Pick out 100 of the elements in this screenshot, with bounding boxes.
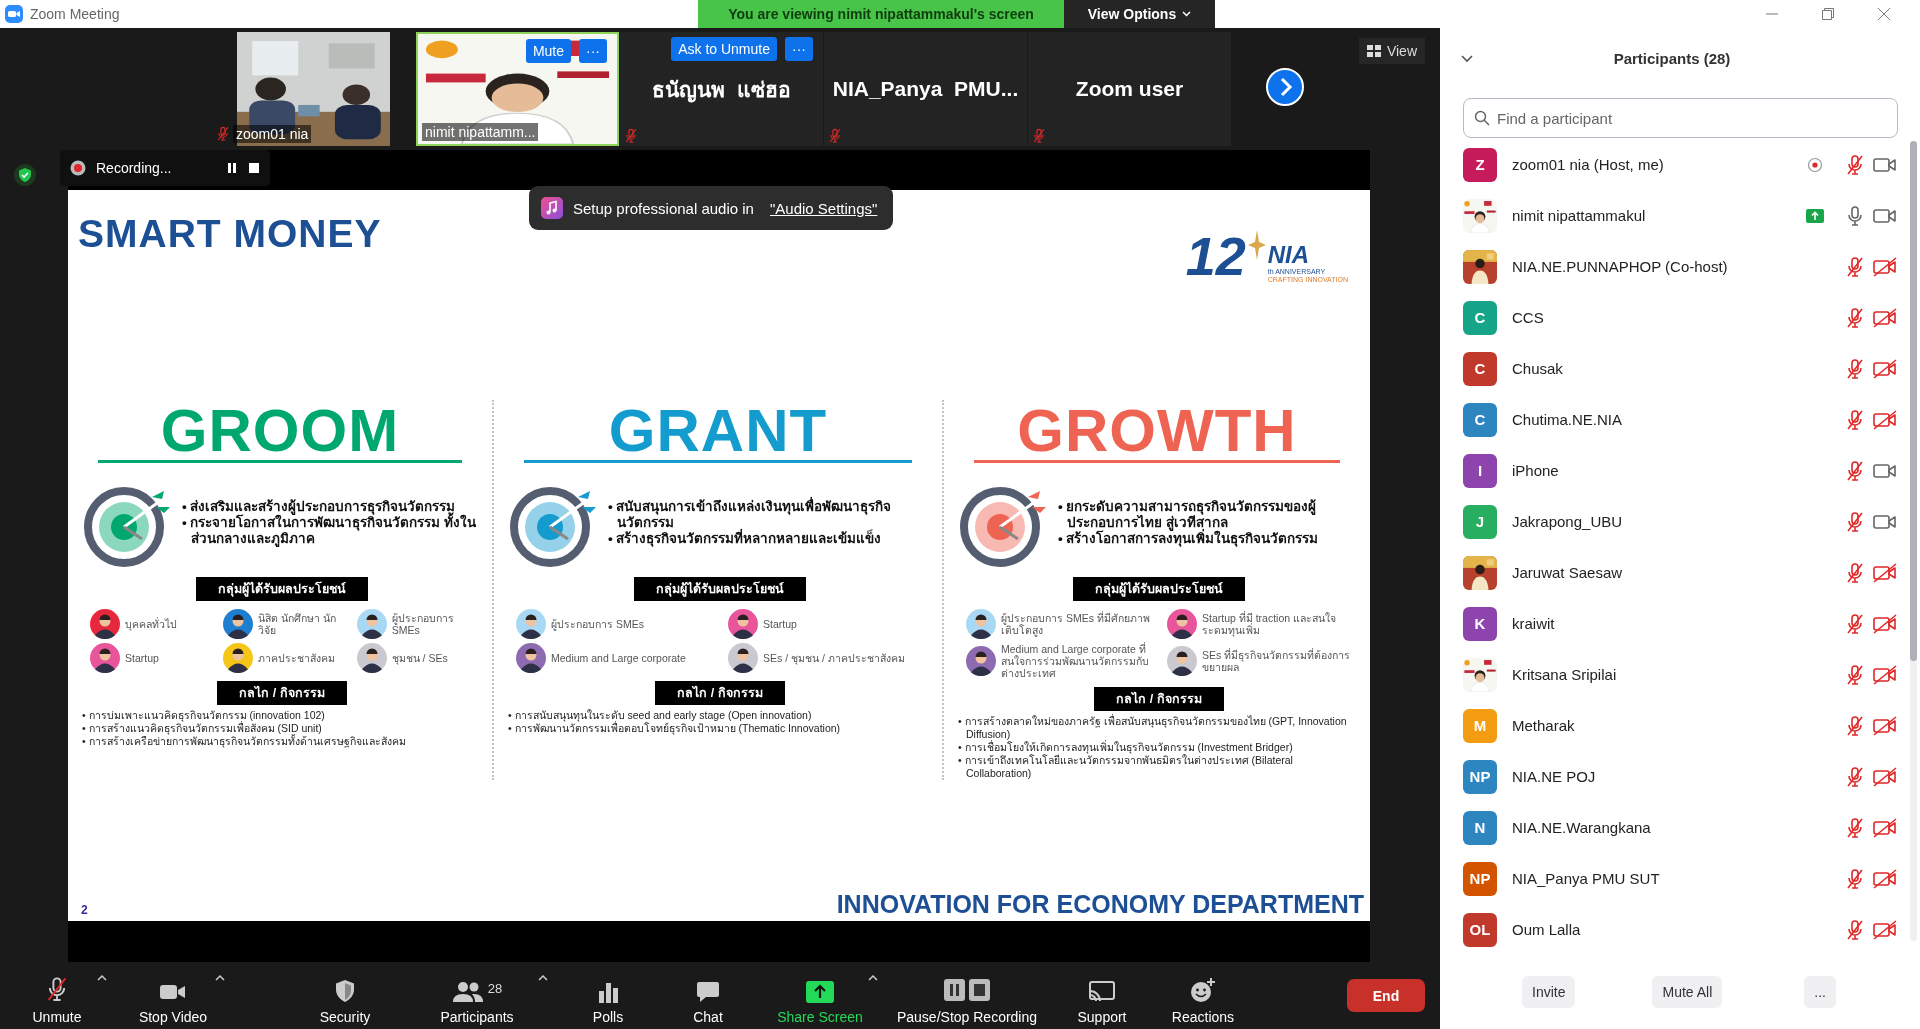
avatar: C xyxy=(1463,300,1497,335)
participant-row[interactable]: J Jakrapong_UBU xyxy=(1440,496,1920,547)
participant-row[interactable]: OL Oum Lalla xyxy=(1440,904,1920,955)
department-name: INNOVATION FOR ECONOMY DEPARTMENT xyxy=(836,890,1364,919)
toolbar-button[interactable]: Pause/Stop Recording xyxy=(882,966,1052,1025)
person-avatar xyxy=(1167,646,1197,676)
participant-row[interactable]: NIA.NE.PUNNAPHOP (Co-host) xyxy=(1440,241,1920,292)
view-options-button[interactable]: View Options xyxy=(1064,0,1215,28)
participant-row[interactable]: NP NIA.NE POJ xyxy=(1440,751,1920,802)
view-button[interactable]: View xyxy=(1358,38,1425,64)
more-button[interactable]: ··· xyxy=(785,37,813,61)
toolbar-button[interactable]: Polls xyxy=(578,966,638,1025)
person-avatar xyxy=(1167,609,1197,639)
participant-name: zoom01 nia xyxy=(233,125,312,143)
person-avatar xyxy=(516,643,546,673)
mechanism-text: • การสร้างเครือข่ายการพัฒนาธุรกิจนวัตกรรมทั้งด้านเศรษฐกิจและสังคม xyxy=(82,735,407,748)
participant-row[interactable]: C Chutima.NE.NIA xyxy=(1440,394,1920,445)
participant-name: Zoom user xyxy=(1075,77,1184,101)
beneficiary-label: Startup ที่มี traction และสนใจระดมทุนเพิ่ม xyxy=(1202,612,1338,636)
participant-name: kraiwit xyxy=(1512,615,1556,632)
toolbar-button[interactable]: Stop Video xyxy=(133,966,213,1025)
caret-icon[interactable] xyxy=(866,974,880,982)
participant-row[interactable]: N NIA.NE.Warangkana xyxy=(1440,802,1920,853)
person-avatar xyxy=(223,609,254,639)
scrollbar[interactable] xyxy=(1910,141,1917,941)
mechanism-text: • การสร้างแนวคิดธุรกิจนวัตกรรมเพื่อสังคม (SID unit) xyxy=(82,722,322,735)
participant-row[interactable]: C Chusak xyxy=(1440,343,1920,394)
person-avatar xyxy=(728,643,758,673)
column-heading: GRANT xyxy=(524,400,912,463)
cast-screen-icon xyxy=(1088,980,1116,1003)
caret-icon[interactable] xyxy=(95,974,109,982)
goal-text: • สนับสนุนการเข้าถึงแหล่งเงินทุนเพื่อพัฒนาธุรกิจนวัตกรรม xyxy=(608,499,893,530)
section-label: กลไก / กิจกรรม xyxy=(655,681,785,705)
toolbar-button[interactable]: 28 Participants xyxy=(422,966,532,1025)
toolbar-button[interactable]: Unmute xyxy=(19,966,95,1025)
toolbar-button[interactable]: Support xyxy=(1062,966,1142,1025)
beneficiary-label: นิสิต นักศึกษา นักวิจัย xyxy=(258,612,338,636)
section-label: กลไก / กิจกรรม xyxy=(1094,687,1224,711)
mechanism-text: • การบ่มเพาะแนวคิดธุรกิจนวัตกรรม (innovation 102) xyxy=(82,709,326,722)
participant-name: Chusak xyxy=(1512,360,1564,377)
avatar: C xyxy=(1463,351,1497,386)
shield-icon[interactable] xyxy=(14,164,36,186)
stop-icon[interactable] xyxy=(248,162,260,174)
person-avatar xyxy=(966,646,996,676)
toolbar-button[interactable]: Security xyxy=(305,966,385,1025)
recording-label: Recording... xyxy=(96,160,172,176)
grid-icon xyxy=(1366,45,1381,57)
mechanism-text: • การสร้างตลาดใหม่ของภาครัฐ เพื่อสนับสนุนธุรกิจนวัตกรรมของไทย (GPT, Innovation Diffusion) xyxy=(958,715,1348,740)
more-button[interactable]: ... xyxy=(1804,976,1836,1008)
avatar: NP xyxy=(1463,759,1497,794)
unmute-request-button[interactable]: Mute xyxy=(525,39,571,63)
beneficiary-label: ผู้ประกอบการ SMEs ที่มีศักยภาพเติบโตสูง xyxy=(1001,612,1151,636)
participant-row[interactable]: nimit nipattammakul xyxy=(1440,190,1920,241)
beneficiary-label: ชุมชน / SEs xyxy=(391,652,448,664)
avatar: J xyxy=(1463,504,1497,539)
column-heading: GROOM xyxy=(98,400,462,463)
screen-share-banner: You are viewing nimit nipattammakul's screen xyxy=(698,0,1064,28)
participant-row[interactable]: Z zoom01 nia (Host, me) xyxy=(1440,139,1920,190)
person-avatar xyxy=(728,609,758,639)
avatar: OL xyxy=(1463,912,1497,947)
smiley-plus-icon xyxy=(1190,976,1216,1003)
close-icon[interactable] xyxy=(1876,6,1892,22)
participant-row[interactable]: Jaruwat Saesaw xyxy=(1440,547,1920,598)
mute-all-button[interactable]: Mute All xyxy=(1652,976,1723,1008)
caret-icon[interactable] xyxy=(213,974,227,982)
participant-row[interactable]: I iPhone xyxy=(1440,445,1920,496)
next-page-icon[interactable] xyxy=(1266,68,1304,106)
more-button[interactable]: ··· xyxy=(579,39,607,63)
person-avatar xyxy=(90,643,120,673)
section-label: กลุ่มผู้ได้รับผลประโยชน์ xyxy=(1073,577,1245,601)
avatar: N xyxy=(1463,810,1497,845)
music-note-icon xyxy=(541,197,563,219)
pause-stop-icon xyxy=(944,978,990,1003)
toolbar-button[interactable]: Chat xyxy=(678,966,738,1025)
toolbar-button[interactable]: Share Screen xyxy=(775,966,865,1025)
shield-icon xyxy=(334,978,356,1003)
participant-name: Jaruwat Saesaw xyxy=(1512,564,1624,581)
caret-icon[interactable] xyxy=(536,974,550,982)
search-field[interactable]: Find a participant xyxy=(1463,98,1898,138)
invite-button[interactable]: Invite xyxy=(1522,976,1576,1008)
section-label: กลไก / กิจกรรม xyxy=(217,681,347,705)
person-avatar xyxy=(356,643,387,673)
participant-row[interactable]: Kritsana Sripilai xyxy=(1440,649,1920,700)
restore-icon[interactable] xyxy=(1820,6,1836,22)
participant-row[interactable]: C CCS xyxy=(1440,292,1920,343)
beneficiary-label: SEs ที่มีธุรกิจนวัตกรรมที่ต้องการขยายผล xyxy=(1202,649,1352,673)
end-button[interactable]: End xyxy=(1347,979,1425,1012)
search-icon xyxy=(1474,110,1490,126)
person-avatar xyxy=(356,609,387,639)
toolbar-button[interactable]: Reactions xyxy=(1158,966,1248,1025)
mechanism-text: • การพัฒนานวัตกรรมเพื่อตอบโจทย์ธุรกิจเป้าหมาย (Thematic Innovation) xyxy=(508,722,842,735)
panel-title: Participants (28) xyxy=(1613,49,1731,67)
participant-row[interactable]: K kraiwit xyxy=(1440,598,1920,649)
unmute-request-button[interactable]: Ask to Unmute xyxy=(671,37,777,61)
collapse-icon[interactable] xyxy=(1460,54,1474,63)
audio-settings-link[interactable]: "Audio Settings" xyxy=(769,199,878,217)
beneficiary-label: Medium and Large corporate xyxy=(551,652,686,664)
participant-row[interactable]: M Metharak xyxy=(1440,700,1920,751)
participant-row[interactable]: NP NIA_Panya PMU SUT xyxy=(1440,853,1920,904)
pause-icon[interactable] xyxy=(226,162,238,174)
